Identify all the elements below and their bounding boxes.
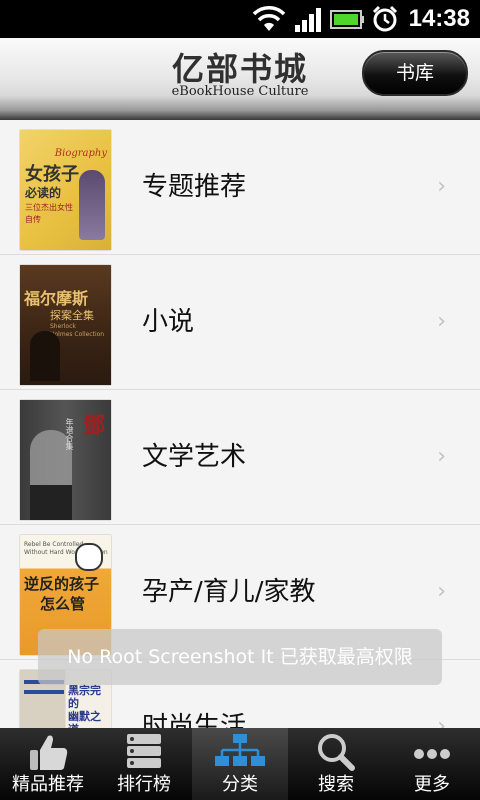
status-bar: 14:38 (0, 0, 480, 38)
tab-featured[interactable]: 精品推荐 (0, 728, 96, 800)
book-cover-image: Biography 女孩子 必读的 三位杰出女性 自传 (20, 130, 111, 250)
category-item-literature-art[interactable]: 鄧 年谱合集 文学艺术 › (0, 390, 480, 525)
category-tree-icon (215, 734, 265, 766)
tab-ranking[interactable]: 排行榜 (96, 728, 192, 800)
chevron-right-icon: › (437, 174, 446, 199)
tab-label: 搜索 (318, 774, 354, 795)
tab-category[interactable]: 分类 (192, 728, 288, 800)
wifi-icon (252, 6, 286, 31)
category-label: 小说 (142, 307, 195, 337)
signal-icon (295, 8, 321, 32)
book-cover-image: 鄧 年谱合集 (20, 400, 111, 520)
app-header: 亿部书城 eBookHouse Culture 书库 (0, 38, 480, 120)
alarm-icon (372, 5, 398, 32)
category-item-novel[interactable]: 福尔摩斯 探案全集 Sherlock Holmes Collection 小说 … (0, 255, 480, 390)
category-label: 专题推荐 (142, 172, 247, 202)
ranking-icon (127, 734, 161, 768)
bottom-tab-bar: 精品推荐 排行榜 分类 搜索 更多 (0, 728, 480, 800)
chevron-right-icon: › (437, 309, 446, 334)
tab-search[interactable]: 搜索 (288, 728, 384, 800)
search-icon (318, 734, 355, 771)
category-item-special[interactable]: Biography 女孩子 必读的 三位杰出女性 自传 专题推荐 › (0, 120, 480, 255)
thumbs-up-icon (30, 735, 68, 770)
tab-label: 分类 (222, 774, 258, 795)
tab-label: 更多 (414, 774, 450, 795)
more-icon (414, 749, 450, 759)
tab-label: 排行榜 (117, 774, 171, 795)
toast-message: No Root Screenshot It 已获取最高权限 (38, 629, 442, 685)
category-label: 文学艺术 (142, 442, 247, 472)
chevron-right-icon: › (437, 444, 446, 469)
library-button[interactable]: 书库 (362, 50, 468, 96)
clock-time: 14:38 (408, 5, 470, 32)
tab-label: 精品推荐 (12, 774, 84, 795)
battery-icon (330, 10, 364, 29)
tab-more[interactable]: 更多 (384, 728, 480, 800)
book-cover-image: 福尔摩斯 探案全集 Sherlock Holmes Collection (20, 265, 111, 385)
